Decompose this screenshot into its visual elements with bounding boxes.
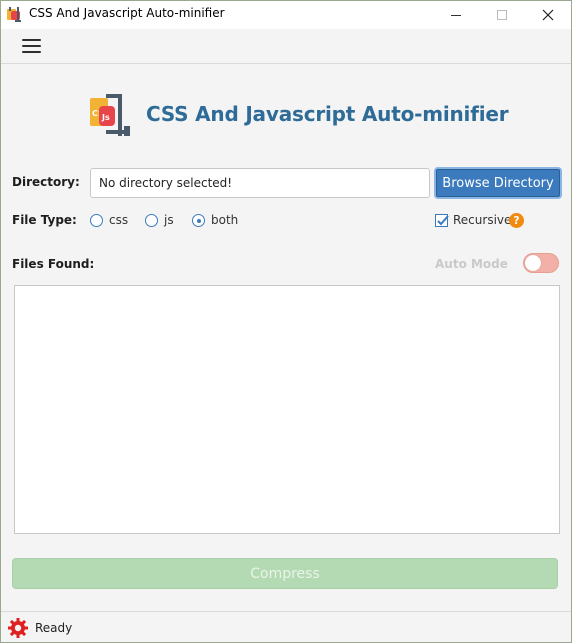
close-button[interactable] (525, 1, 571, 29)
directory-field[interactable] (90, 168, 430, 198)
compress-button[interactable]: Compress (12, 558, 558, 589)
close-icon (542, 9, 554, 21)
maximize-button[interactable] (479, 1, 525, 29)
logo-js-text: Js (101, 113, 110, 122)
toggle-knob (525, 255, 541, 271)
app-icon (7, 7, 21, 22)
radio-both[interactable] (192, 214, 205, 227)
hamburger-menu-icon[interactable] (22, 39, 42, 55)
app-logo-icon: CSS Js (90, 94, 130, 136)
minimize-icon (451, 15, 461, 16)
auto-mode-label: Auto Mode (435, 257, 508, 271)
radio-css[interactable] (90, 214, 103, 227)
radio-both-label: both (211, 213, 239, 227)
title-bar: CSS And Javascript Auto-minifier (1, 1, 571, 29)
page-title: CSS And Javascript Auto-minifier (146, 102, 509, 126)
files-list[interactable] (14, 285, 560, 534)
directory-label: Directory: (12, 175, 80, 189)
gear-icon (8, 618, 28, 638)
minimize-button[interactable] (433, 1, 479, 29)
menu-bar (1, 29, 571, 64)
recursive-label: Recursive (453, 213, 512, 227)
files-found-label: Files Found: (12, 257, 95, 271)
window-title: CSS And Javascript Auto-minifier (29, 6, 225, 20)
maximize-icon (497, 10, 507, 20)
radio-css-label: css (109, 213, 129, 227)
radio-js-label: js (164, 213, 174, 227)
status-bar: Ready (1, 611, 571, 642)
status-text: Ready (35, 621, 73, 635)
help-icon[interactable]: ? (509, 213, 524, 228)
recursive-checkbox[interactable] (435, 214, 449, 227)
app-window: CSS And Javascript Auto-minifier CSS Js … (0, 0, 572, 643)
file-type-label: File Type: (12, 213, 77, 227)
auto-mode-toggle[interactable] (523, 253, 559, 273)
checkmark-icon (437, 215, 449, 226)
radio-js[interactable] (145, 214, 158, 227)
browse-directory-button[interactable]: Browse Directory (434, 167, 562, 199)
